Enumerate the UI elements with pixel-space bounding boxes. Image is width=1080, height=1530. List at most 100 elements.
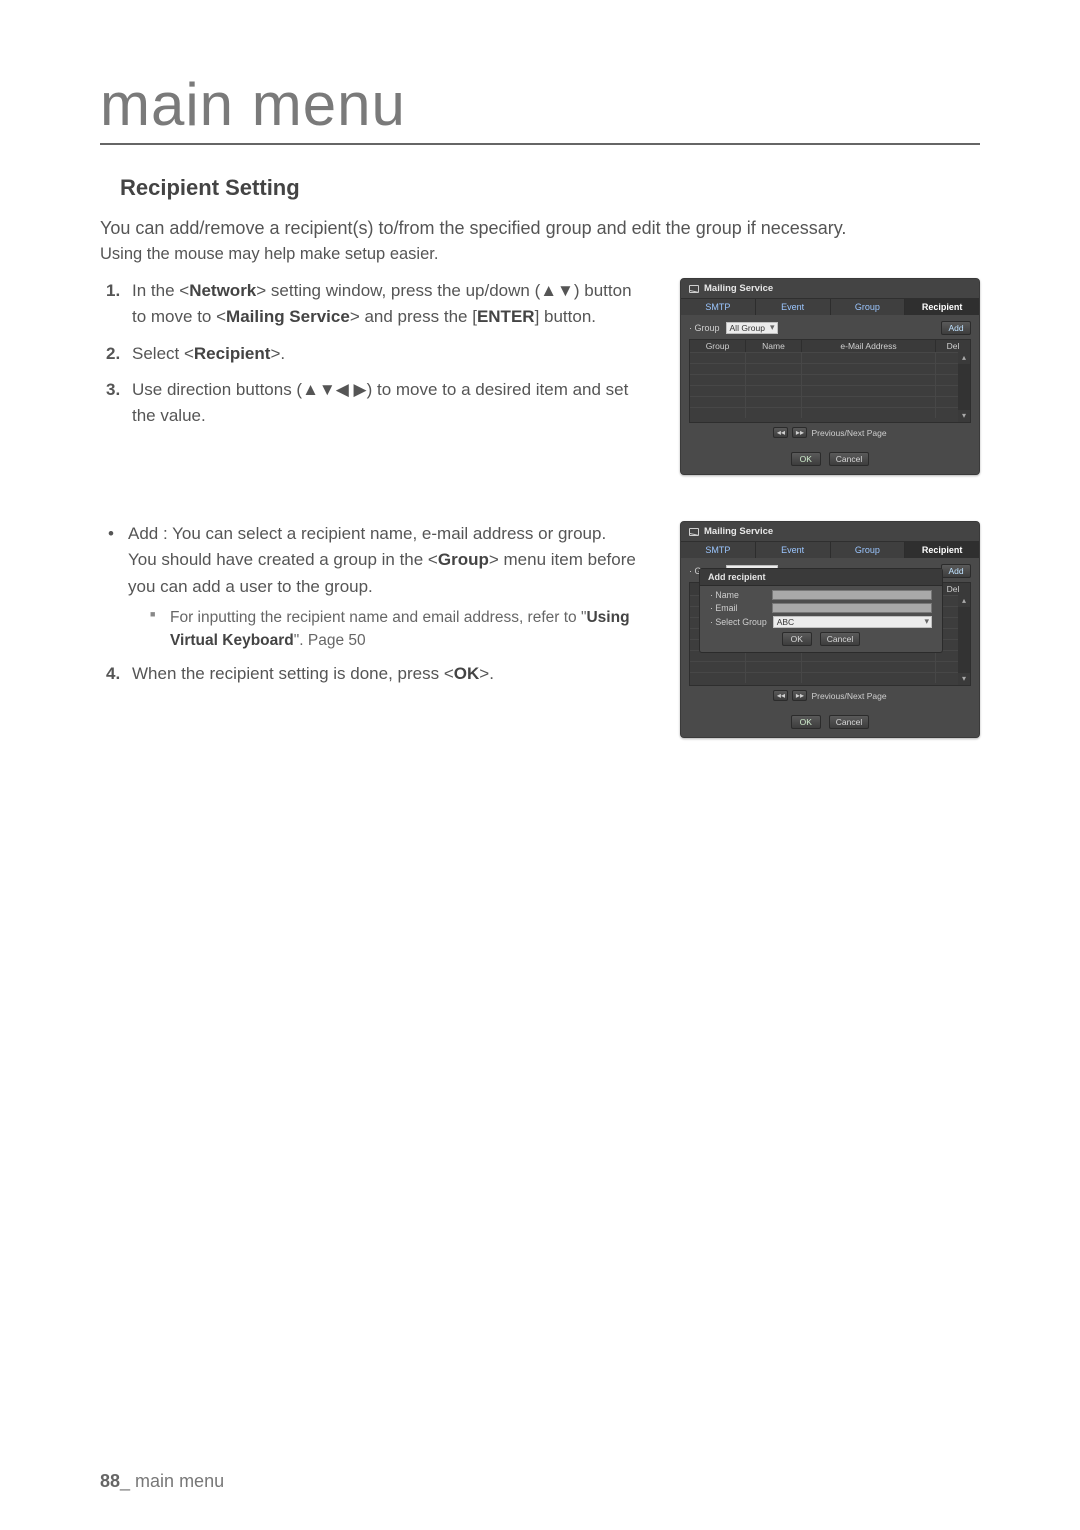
- table-row[interactable]: [690, 672, 958, 683]
- t: OK: [454, 664, 480, 683]
- pager-label: Previous/Next Page: [811, 691, 886, 701]
- t: Network: [189, 281, 256, 300]
- email-input[interactable]: [772, 603, 932, 613]
- scroll-track[interactable]: [958, 607, 970, 673]
- steps-and-shot-1: In the <Network> setting window, press t…: [100, 278, 980, 501]
- next-page-button[interactable]: ▸▸: [792, 690, 807, 701]
- t: When the recipient setting is done, pres…: [132, 664, 454, 683]
- t: ENTER: [477, 307, 535, 326]
- page-footer: 88_ main menu: [100, 1471, 224, 1492]
- cancel-button[interactable]: Cancel: [829, 715, 869, 729]
- t: Group: [438, 550, 489, 569]
- t: You should have created a group in the <: [128, 550, 438, 569]
- th-mail: e-Mail Address: [802, 340, 936, 352]
- t: >.: [270, 344, 285, 363]
- scroll-up-icon[interactable]: ▴: [958, 595, 970, 607]
- ms-window: Mailing Service SMTP Event Group Recipie…: [680, 278, 980, 475]
- table-row[interactable]: [690, 396, 958, 407]
- table-row[interactable]: [690, 385, 958, 396]
- t: ". Page 50: [294, 632, 366, 649]
- step-2: Select <Recipient>.: [106, 341, 650, 367]
- scroll-up-icon[interactable]: ▴: [958, 352, 970, 364]
- table-row[interactable]: [690, 407, 958, 418]
- dialog-ok-button[interactable]: OK: [782, 632, 812, 646]
- intro-text: You can add/remove a recipient(s) to/fro…: [100, 215, 980, 241]
- main-title: main menu: [100, 70, 980, 145]
- dialog-title: Add recipient: [700, 569, 942, 586]
- scroll-down-icon[interactable]: ▾: [958, 673, 970, 685]
- ms-titlebar: Mailing Service: [681, 279, 979, 299]
- ms-footer: OK Cancel: [681, 446, 979, 474]
- table-row[interactable]: [690, 352, 958, 363]
- ms-tabs: SMTP Event Group Recipient: [681, 542, 979, 558]
- t: >.: [479, 664, 494, 683]
- tab-smtp[interactable]: SMTP: [681, 299, 756, 315]
- select-group-dropdown[interactable]: ABC: [773, 616, 932, 628]
- table-row[interactable]: [690, 374, 958, 385]
- scrollbar[interactable]: ▴ ▾: [958, 352, 970, 422]
- steps-list-cont: When the recipient setting is done, pres…: [106, 661, 650, 687]
- t: ] button.: [535, 307, 596, 326]
- ms-titlebar: Mailing Service: [681, 522, 979, 542]
- section-title: Recipient Setting: [120, 175, 980, 201]
- name-input[interactable]: [772, 590, 932, 600]
- t: > and press the [: [350, 307, 477, 326]
- scroll-track[interactable]: [958, 364, 970, 410]
- add-button[interactable]: Add: [941, 564, 971, 578]
- pager: ◂◂ ▸▸ Previous/Next Page: [689, 686, 971, 703]
- recipient-table: Group Name e-Mail Address Del: [689, 339, 971, 423]
- tab-recipient[interactable]: Recipient: [905, 299, 979, 315]
- mail-icon: [689, 528, 699, 536]
- dialog-body: · Name · Email · Select Group ABC: [700, 586, 942, 648]
- table-row[interactable]: [690, 363, 958, 374]
- dialog-cancel-button[interactable]: Cancel: [820, 632, 860, 646]
- ms-body: · Group ABC Add Gr Del: [681, 558, 979, 709]
- step-1: In the <Network> setting window, press t…: [106, 278, 650, 331]
- next-page-button[interactable]: ▸▸: [792, 427, 807, 438]
- tab-group[interactable]: Group: [831, 542, 906, 558]
- tab-event[interactable]: Event: [756, 299, 831, 315]
- ms-window: Mailing Service SMTP Event Group Recipie…: [680, 521, 980, 738]
- tab-smtp[interactable]: SMTP: [681, 542, 756, 558]
- tab-group[interactable]: Group: [831, 299, 906, 315]
- add-button[interactable]: Add: [941, 321, 971, 335]
- prev-page-button[interactable]: ◂◂: [773, 427, 788, 438]
- page-number: 88: [100, 1471, 120, 1491]
- select-group-label: · Select Group: [710, 617, 767, 627]
- ms-body: · Group All Group Add Group Name e-Mail …: [681, 315, 979, 446]
- group-row: · Group All Group Add: [689, 321, 971, 335]
- screenshot-1: Mailing Service SMTP Event Group Recipie…: [680, 278, 980, 501]
- group-dropdown[interactable]: All Group: [726, 322, 778, 334]
- pager-label: Previous/Next Page: [811, 428, 886, 438]
- steps-col: In the <Network> setting window, press t…: [100, 278, 660, 440]
- ok-button[interactable]: OK: [791, 452, 821, 466]
- t: Recipient: [194, 344, 271, 363]
- select-group-row: · Select Group ABC: [710, 616, 932, 628]
- step-4: When the recipient setting is done, pres…: [106, 661, 650, 687]
- ok-button[interactable]: OK: [791, 715, 821, 729]
- scroll-down-icon[interactable]: ▾: [958, 410, 970, 422]
- cancel-button[interactable]: Cancel: [829, 452, 869, 466]
- t: Select <: [132, 344, 194, 363]
- bullets-and-shot-2: Add : You can select a recipient name, e…: [100, 521, 980, 764]
- screenshot-2: Mailing Service SMTP Event Group Recipie…: [680, 521, 980, 764]
- bullets-col: Add : You can select a recipient name, e…: [100, 521, 660, 697]
- intro-subtext: Using the mouse may help make setup easi…: [100, 245, 980, 264]
- pager: ◂◂ ▸▸ Previous/Next Page: [689, 423, 971, 440]
- th-name: Name: [746, 340, 802, 352]
- th-del: Del: [936, 340, 970, 352]
- table-row[interactable]: [690, 661, 958, 672]
- email-label: · Email: [710, 603, 766, 613]
- table-rows: [690, 352, 958, 422]
- t: Mailing Service: [226, 307, 350, 326]
- email-row: · Email: [710, 603, 932, 613]
- name-row: · Name: [710, 590, 932, 600]
- tab-recipient[interactable]: Recipient: [905, 542, 979, 558]
- ms-title-text: Mailing Service: [704, 526, 773, 537]
- scrollbar[interactable]: ▴ ▾: [958, 595, 970, 685]
- name-label: · Name: [710, 590, 766, 600]
- prev-page-button[interactable]: ◂◂: [773, 690, 788, 701]
- tab-event[interactable]: Event: [756, 542, 831, 558]
- bullet-list: Add : You can select a recipient name, e…: [106, 521, 650, 653]
- mail-icon: [689, 285, 699, 293]
